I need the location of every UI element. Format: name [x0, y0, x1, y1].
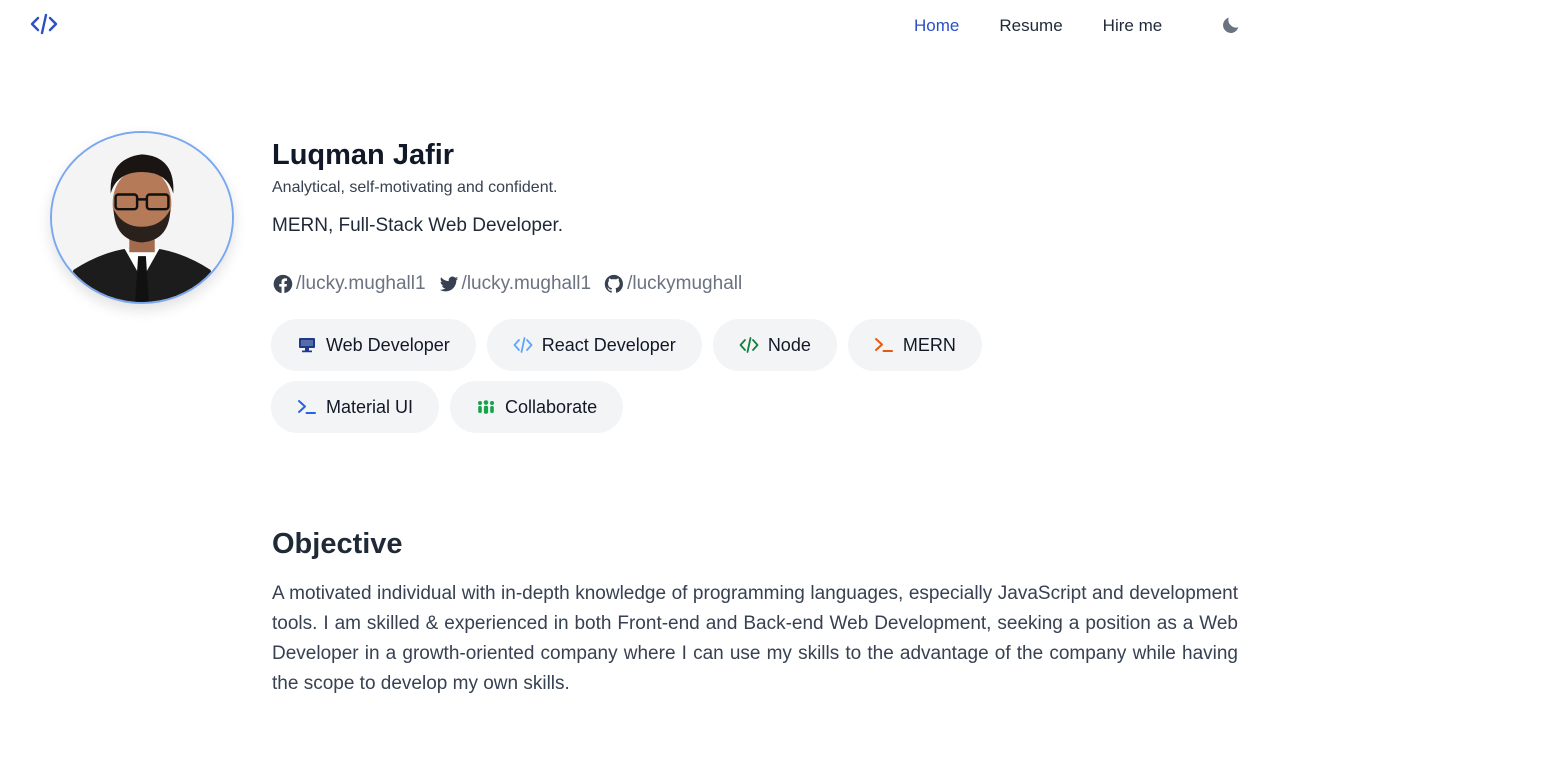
skill-chips: Web Developer React Developer Node MERN … [271, 319, 1171, 443]
avatar [50, 131, 234, 304]
nav-home-link[interactable]: Home [914, 14, 959, 38]
facebook-icon [273, 274, 293, 294]
code-icon [739, 337, 759, 353]
github-link[interactable]: /luckymughall [603, 273, 742, 295]
chip-label: React Developer [541, 334, 676, 355]
terminal-icon [298, 400, 316, 414]
users-icon [478, 400, 495, 414]
profile-tagline: Analytical, self-motivating and confiden… [272, 179, 558, 196]
objective-text: A motivated individual with in-depth kno… [272, 583, 1238, 694]
social-links: /lucky.mughall1 /lucky.mughall1 /luckymu… [272, 273, 754, 295]
twitter-link[interactable]: /lucky.mughall1 [438, 273, 592, 295]
github-icon [604, 274, 624, 293]
nav-resume-link[interactable]: Resume [999, 14, 1062, 38]
logo-code-icon[interactable] [30, 12, 58, 36]
main-nav: Home Resume Hire me [914, 14, 1239, 38]
profile-role: MERN, Full-Stack Web Developer. [272, 215, 564, 236]
code-icon [513, 337, 533, 353]
nav-hire-me-link[interactable]: Hire me [1103, 14, 1163, 38]
chip-label: Node [767, 334, 811, 355]
chip-collaborate[interactable]: Collaborate [450, 381, 624, 433]
chip-mern[interactable]: MERN [847, 319, 982, 371]
moon-icon[interactable] [1220, 14, 1242, 36]
chip-label: Collaborate [505, 396, 598, 417]
chip-label: MERN [902, 334, 956, 355]
chip-web-developer[interactable]: Web Developer [271, 319, 476, 371]
chip-label: Material UI [326, 396, 414, 417]
chip-label: Web Developer [326, 334, 450, 355]
twitter-icon [439, 276, 458, 292]
github-handle: /luckymughall [627, 273, 743, 294]
chip-node[interactable]: Node [712, 319, 837, 371]
monitor-icon [299, 338, 315, 353]
profile-name: Luqman Jafir [272, 139, 455, 171]
twitter-handle: /lucky.mughall1 [461, 273, 592, 294]
chip-react-developer[interactable]: React Developer [486, 319, 702, 371]
facebook-handle: /lucky.mughall1 [296, 273, 426, 294]
terminal-icon [874, 338, 893, 352]
chip-material-ui[interactable]: Material UI [271, 381, 440, 433]
facebook-link[interactable]: /lucky.mughall1 [272, 273, 426, 295]
objective-heading: Objective [272, 528, 403, 560]
